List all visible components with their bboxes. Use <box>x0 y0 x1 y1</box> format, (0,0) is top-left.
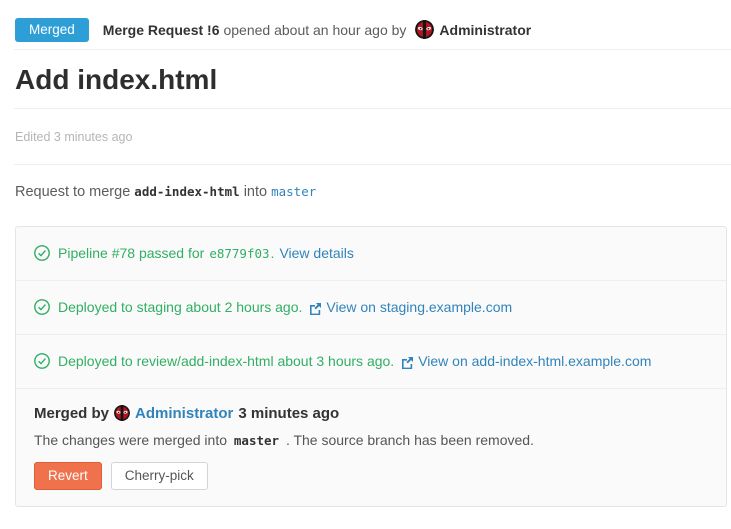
mr-header: Merged Merge Request !6 opened about an … <box>15 10 731 49</box>
edited-divider <box>14 164 731 165</box>
pipeline-status-row: Pipeline #78 passed for e8779f03 . View … <box>16 227 726 281</box>
edited-timestamp: Edited 3 minutes ago <box>15 130 731 144</box>
page-title: Add index.html <box>15 63 731 97</box>
pipeline-status-text: Pipeline #78 passed for <box>58 245 204 261</box>
merged-target-branch: master <box>234 433 279 448</box>
merged-by-label: Merged by <box>34 405 109 422</box>
target-branch-link[interactable]: master <box>271 184 316 199</box>
check-circle-icon <box>34 353 50 369</box>
merged-time: 3 minutes ago <box>238 405 339 422</box>
merged-body-suffix: . The source branch has been removed. <box>286 432 534 448</box>
source-branch: add-index-html <box>134 184 239 199</box>
merged-by-section: Merged by Administrator 3 minutes ago Th… <box>16 389 726 506</box>
author-name[interactable]: Administrator <box>439 22 531 38</box>
check-circle-icon <box>34 299 50 315</box>
review-deploy-text: Deployed to review/add-index-html about … <box>58 353 394 369</box>
external-link-icon <box>308 302 322 316</box>
mr-id-label: Merge Request !6 <box>103 22 220 38</box>
request-middle: into <box>244 184 267 200</box>
status-badge: Merged <box>15 18 89 42</box>
view-details-link[interactable]: View details <box>279 245 353 261</box>
cherry-pick-button[interactable]: Cherry-pick <box>111 462 208 490</box>
request-prefix: Request to merge <box>15 184 130 200</box>
mr-widget: Pipeline #78 passed for e8779f03 . View … <box>15 226 727 507</box>
review-deploy-row: Deployed to review/add-index-html about … <box>16 335 726 389</box>
revert-button[interactable]: Revert <box>34 462 102 490</box>
pipeline-commit-sha[interactable]: e8779f03 <box>209 246 269 261</box>
pipeline-period: . <box>271 245 275 261</box>
header-divider <box>14 49 731 50</box>
merged-by-author-link[interactable]: Administrator <box>135 405 233 422</box>
merged-body-prefix: The changes were merged into <box>34 432 227 448</box>
request-to-merge-line: Request to merge add-index-html into mas… <box>15 184 731 200</box>
title-divider <box>14 108 731 109</box>
check-circle-icon <box>34 245 50 261</box>
deadpool-avatar-icon[interactable] <box>114 405 130 421</box>
external-link-icon <box>400 356 414 370</box>
staging-deploy-row: Deployed to staging about 2 hours ago. V… <box>16 281 726 335</box>
view-review-app-link[interactable]: View on add-index-html.example.com <box>418 353 651 369</box>
merged-by-heading: Merged by Administrator 3 minutes ago <box>34 405 708 422</box>
merged-actions: Revert Cherry-pick <box>34 462 708 490</box>
staging-deploy-text: Deployed to staging about 2 hours ago. <box>58 299 302 315</box>
merged-body-text: The changes were merged into master . Th… <box>34 432 708 448</box>
view-staging-link[interactable]: View on staging.example.com <box>326 299 512 315</box>
deadpool-avatar-icon[interactable] <box>415 20 434 39</box>
mr-opened-text: opened about an hour ago by <box>223 22 406 38</box>
